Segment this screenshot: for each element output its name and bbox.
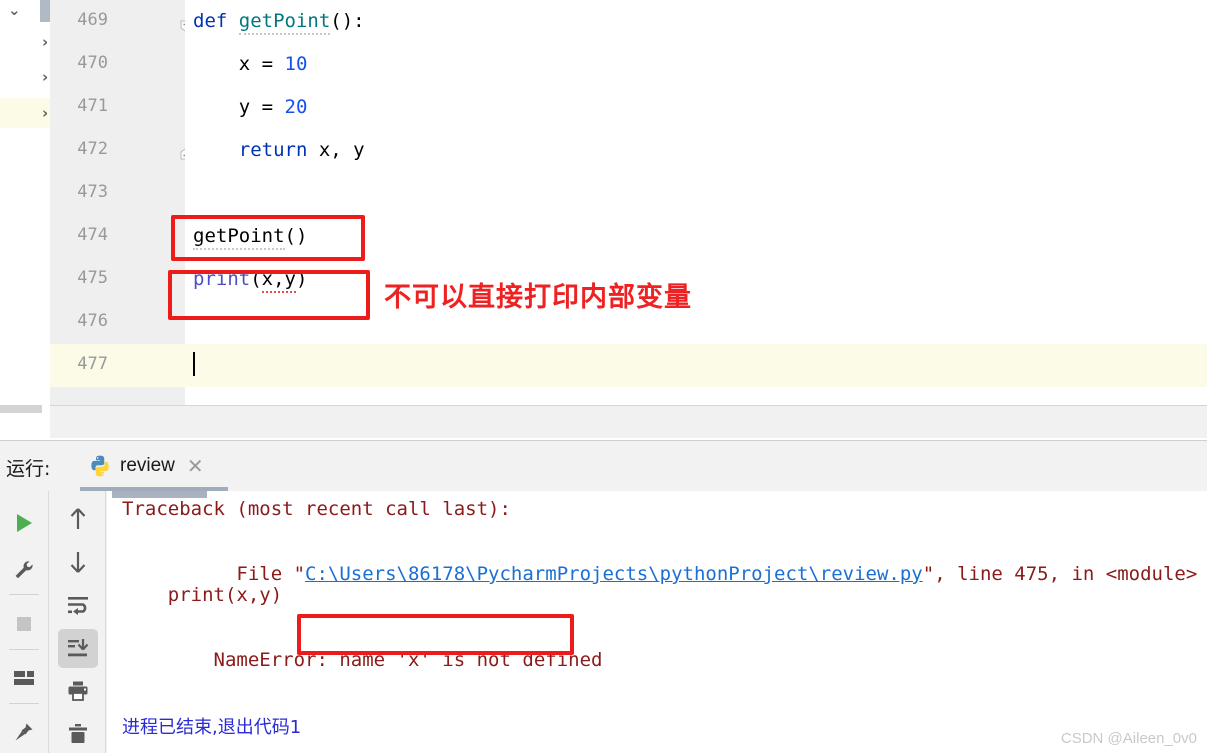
chevron-right-icon-2[interactable]: › bbox=[42, 70, 48, 85]
pin-icon bbox=[15, 723, 33, 741]
clear-button[interactable] bbox=[58, 715, 98, 753]
annotation-box-print bbox=[168, 270, 370, 320]
code-line-472[interactable]: return x, y bbox=[185, 129, 1207, 172]
line-number: 469 bbox=[77, 10, 108, 30]
code-token: 10 bbox=[284, 53, 308, 75]
line-number: 476 bbox=[77, 311, 108, 331]
run-toolbar-secondary bbox=[50, 491, 106, 753]
watermark: CSDN @Aileen_0v0 bbox=[1060, 730, 1197, 747]
console-file-suffix: ", line 475, in <module> bbox=[922, 563, 1198, 585]
run-panel-label: 运行: bbox=[6, 458, 51, 480]
gutter-line-474[interactable]: 474 bbox=[50, 215, 185, 258]
console-file-line[interactable]: File "C:\Users\86178\PycharmProjects\pyt… bbox=[122, 541, 1197, 607]
editor-gutter[interactable]: 469 470 471 472 473 474 475 476 477 bbox=[50, 0, 185, 405]
gutter-line-476[interactable]: 476 bbox=[50, 301, 185, 344]
line-number: 474 bbox=[77, 225, 108, 245]
settings-button[interactable] bbox=[4, 548, 44, 591]
scroll-to-end-button[interactable] bbox=[57, 628, 98, 668]
up-button[interactable] bbox=[58, 499, 98, 538]
layout-button[interactable] bbox=[4, 657, 44, 700]
chevron-down-icon[interactable]: ⌄ bbox=[8, 3, 21, 18]
annotation-note-cn: 不可以直接打印内部变量 bbox=[384, 282, 692, 313]
gutter-line-471[interactable]: 471 bbox=[50, 86, 185, 129]
line-number: 473 bbox=[77, 182, 108, 202]
console-code-line: print(x,y) bbox=[122, 584, 283, 606]
line-number: 475 bbox=[77, 268, 108, 288]
gutter-line-473[interactable]: 473 bbox=[50, 172, 185, 215]
toolbar-divider-3 bbox=[9, 702, 39, 704]
code-line-477[interactable] bbox=[185, 344, 1207, 387]
line-number: 477 bbox=[77, 354, 108, 374]
pin-button[interactable] bbox=[4, 711, 44, 753]
annotation-box-getpoint bbox=[171, 215, 365, 261]
close-icon[interactable]: ✕ bbox=[183, 456, 204, 476]
run-button[interactable] bbox=[4, 501, 44, 544]
line-number: 470 bbox=[77, 53, 108, 73]
code-token: y = bbox=[193, 96, 285, 118]
arrow-down-icon bbox=[70, 551, 85, 573]
gutter-line-475[interactable]: 475 bbox=[50, 258, 185, 301]
run-tool-window: 运行: review ✕ Traceback (most recent call… bbox=[0, 440, 1207, 753]
printer-icon bbox=[68, 681, 87, 702]
console-exit-message: 进程已结束,退出代码1 bbox=[122, 717, 302, 738]
code-token: x = bbox=[193, 53, 285, 75]
trash-icon bbox=[68, 724, 87, 744]
run-tab-label: review bbox=[120, 455, 175, 476]
run-tab-review[interactable]: review ✕ bbox=[80, 441, 212, 491]
line-number: 471 bbox=[77, 96, 108, 116]
code-line-469[interactable]: def getPoint(): bbox=[185, 0, 1207, 43]
python-icon bbox=[91, 455, 109, 477]
toolbar-divider-1 bbox=[9, 594, 39, 596]
text-caret bbox=[193, 352, 195, 376]
editor-bottom-strip bbox=[50, 405, 1207, 438]
gutter-line-477[interactable]: 477 bbox=[50, 344, 185, 387]
scroll-to-end-icon bbox=[67, 639, 88, 657]
stop-square-icon bbox=[17, 616, 31, 631]
layout-grid-icon bbox=[14, 671, 34, 686]
console-file-link[interactable]: C:\Users\86178\PycharmProjects\pythonPro… bbox=[305, 563, 923, 585]
editor-structure-rail[interactable]: ⌄ › › › bbox=[0, 0, 50, 405]
chevron-right-icon-1[interactable]: › bbox=[42, 35, 48, 50]
run-toolbar-primary bbox=[0, 491, 49, 753]
gutter-line-470[interactable]: 470 bbox=[50, 43, 185, 86]
code-line-470[interactable]: x = 10 bbox=[185, 43, 1207, 86]
pycharm-window: ⌄ › › › 469 470 471 472 473 474 475 476 477 def … bbox=[0, 0, 1207, 753]
code-token: 20 bbox=[284, 96, 308, 118]
soft-wrap-button[interactable] bbox=[58, 585, 98, 624]
gutter-line-469[interactable]: 469 bbox=[50, 0, 185, 43]
editor-area: ⌄ › › › 469 470 471 472 473 474 475 476 477 def … bbox=[0, 0, 1207, 405]
stop-button[interactable] bbox=[4, 602, 44, 645]
rail-top-marker bbox=[40, 0, 50, 22]
chevron-right-icon-3[interactable]: › bbox=[42, 106, 48, 121]
play-icon bbox=[17, 513, 32, 532]
code-token: def bbox=[193, 10, 239, 32]
code-line-473[interactable] bbox=[185, 172, 1207, 215]
console-output[interactable]: Traceback (most recent call last): File … bbox=[107, 491, 1207, 753]
annotation-box-error bbox=[297, 614, 574, 655]
line-number: 472 bbox=[77, 139, 108, 159]
editor-bottom-chip bbox=[0, 405, 42, 413]
console-file-prefix: File " bbox=[213, 563, 306, 585]
code-text-area[interactable]: def getPoint(): x = 10 y = 20 return x, … bbox=[185, 0, 1207, 405]
code-token: return bbox=[238, 139, 308, 161]
run-panel-header: 运行: review ✕ bbox=[0, 441, 1207, 491]
console-traceback-header: Traceback (most recent call last): bbox=[122, 498, 511, 520]
toolbar-divider-2 bbox=[9, 648, 39, 650]
code-token: (): bbox=[330, 10, 365, 32]
code-line-471[interactable]: y = 20 bbox=[185, 86, 1207, 129]
soft-wrap-icon bbox=[67, 596, 88, 615]
down-button[interactable] bbox=[58, 542, 98, 581]
console-scroll-indicator[interactable] bbox=[112, 491, 207, 498]
code-token: x, y bbox=[307, 139, 365, 161]
wrench-icon bbox=[15, 561, 33, 579]
arrow-up-icon bbox=[70, 507, 85, 529]
gutter-line-472[interactable]: 472 bbox=[50, 129, 185, 172]
code-token: getPoint bbox=[238, 10, 331, 35]
print-button[interactable] bbox=[58, 672, 98, 711]
